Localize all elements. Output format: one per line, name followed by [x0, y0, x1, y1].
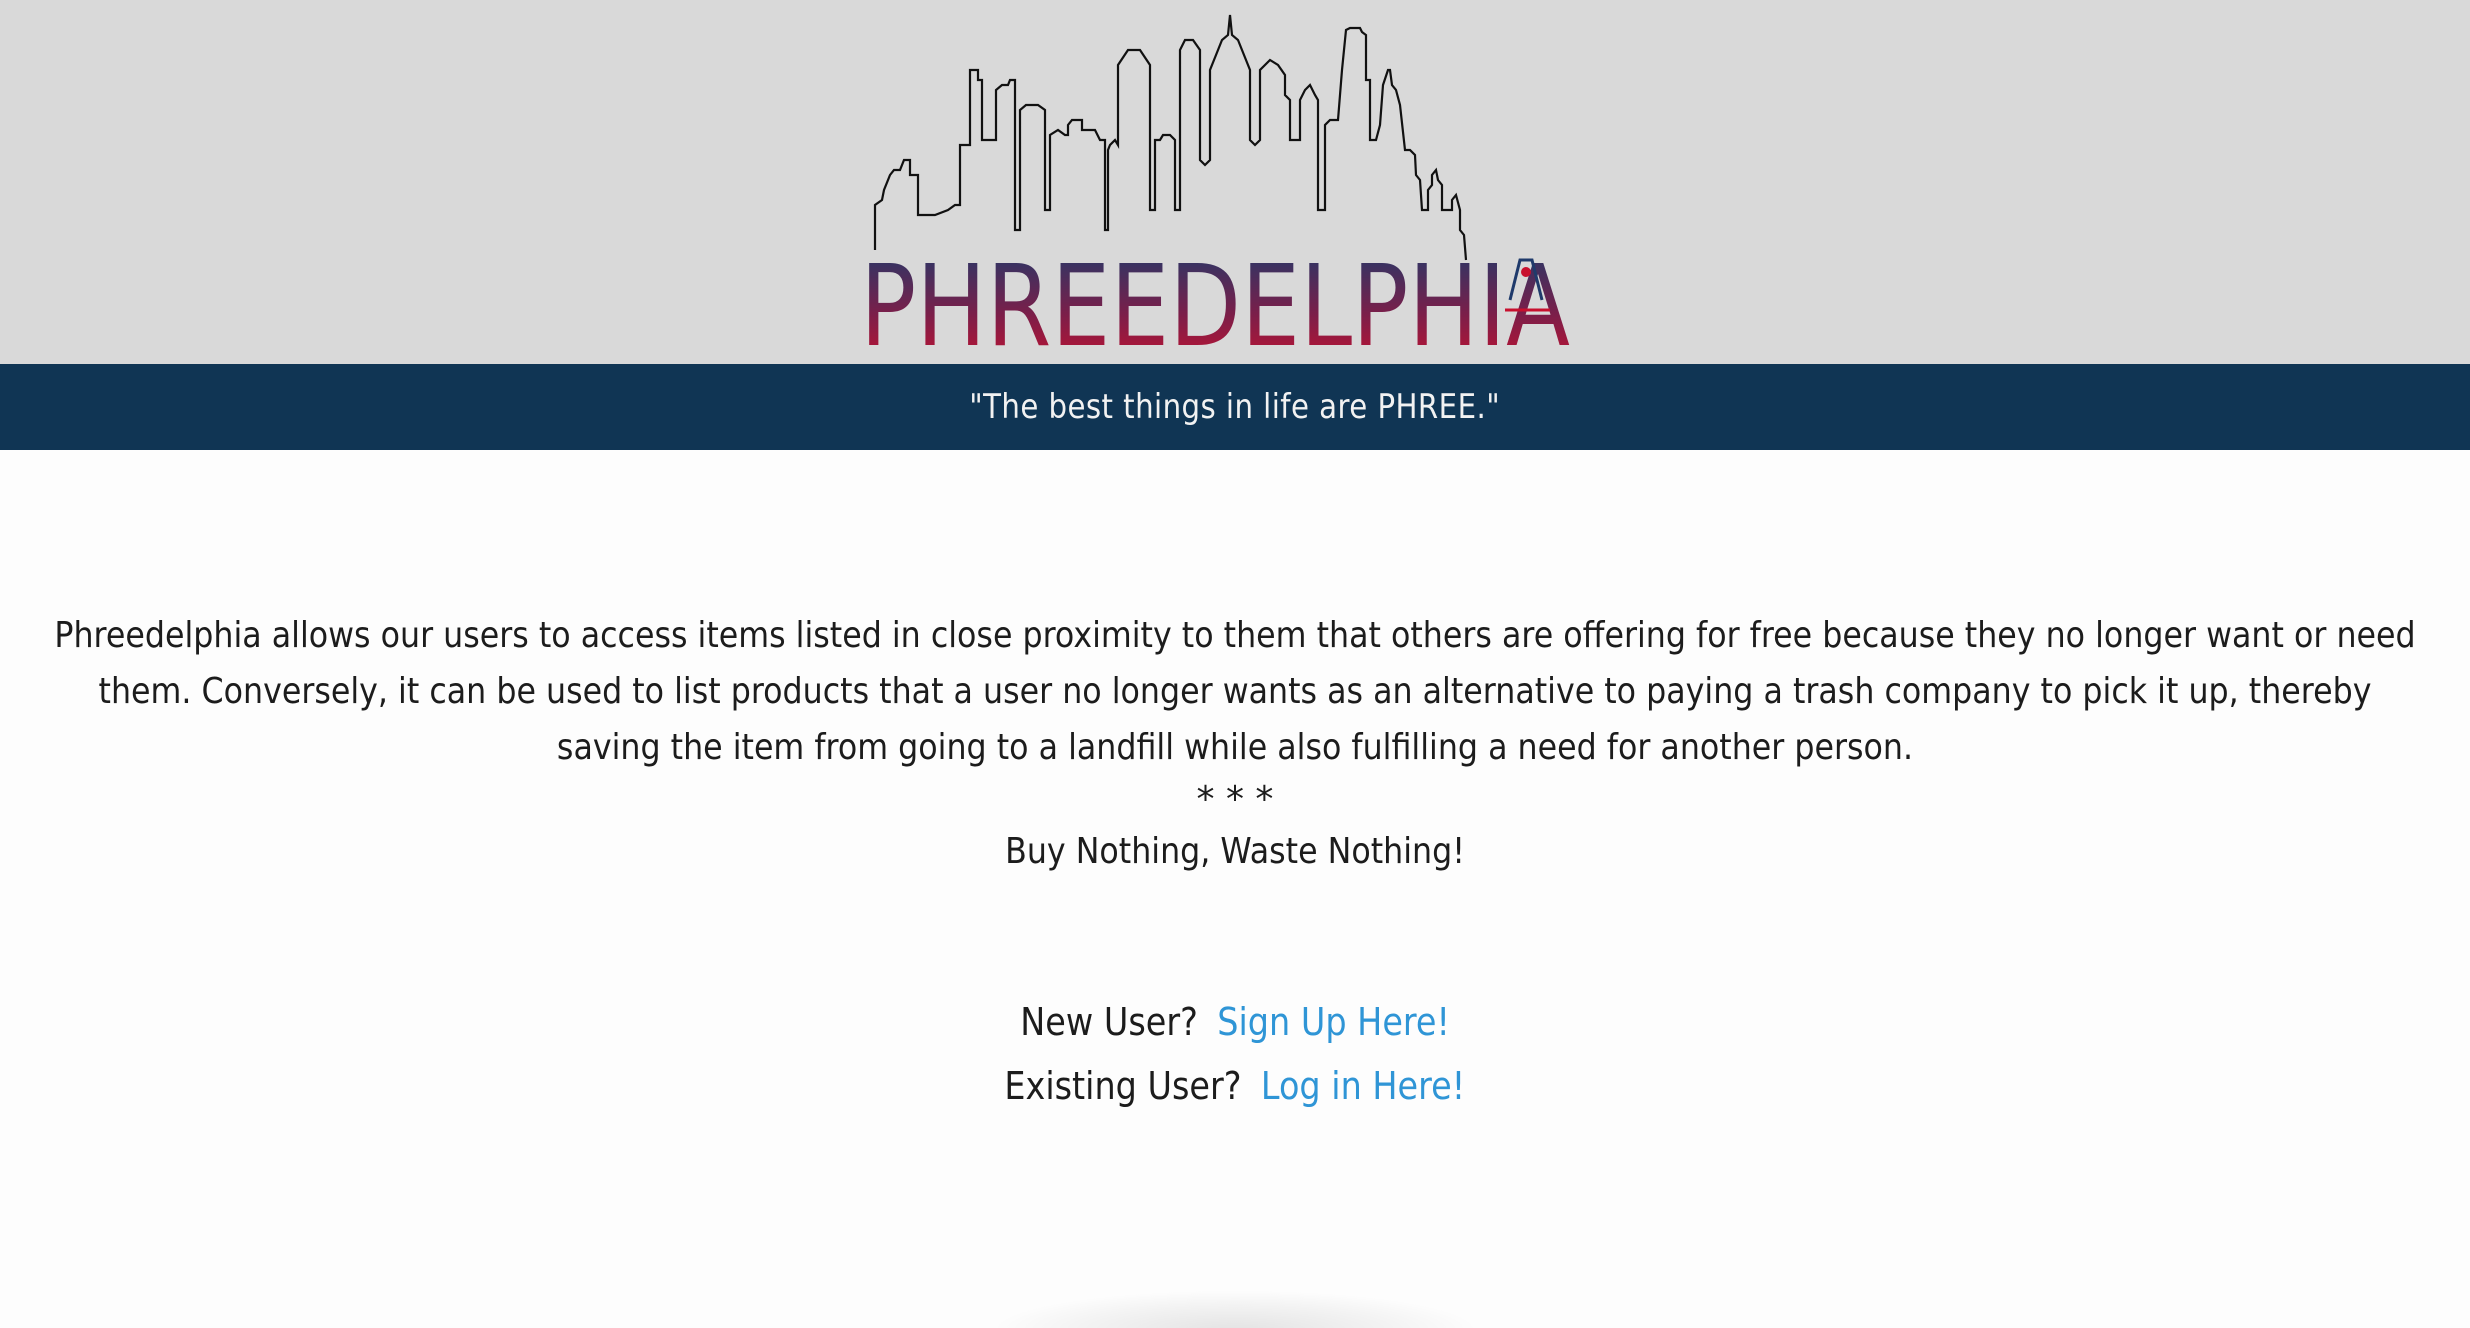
existing-user-label: Existing User? [1004, 1064, 1242, 1108]
skyline-outline [873, 14, 1468, 261]
intro-paragraph: Phreedelphia allows our users to access … [54, 615, 2416, 768]
login-link[interactable]: Log in Here! [1261, 1064, 1465, 1108]
login-prompt: Existing User? Log in Here! [0, 1064, 2470, 1108]
tagline-bar: "The best things in life are PHREE." [0, 364, 2470, 450]
signup-prompt: New User? Sign Up Here! [0, 1000, 2470, 1044]
landing-page: PHREEDELPHIA "The best things in life ar… [0, 0, 2470, 1328]
skyline-logo-svg: PHREEDELPHIA [860, 14, 1570, 360]
new-user-label: New User? [1020, 1000, 1198, 1044]
slogan: Buy Nothing, Waste Nothing! [1005, 831, 1465, 872]
signup-link[interactable]: Sign Up Here! [1217, 1000, 1450, 1044]
tagline: "The best things in life are PHREE." [969, 387, 1501, 427]
brand-wordmark: PHREEDELPHIA [860, 242, 1570, 360]
section-divider: * * * [1196, 779, 1274, 820]
bottom-shadow [990, 1290, 1480, 1328]
header: PHREEDELPHIA [0, 0, 2470, 364]
intro-section: Phreedelphia allows our users to access … [40, 608, 2430, 880]
brand-logo: PHREEDELPHIA [860, 10, 1610, 360]
